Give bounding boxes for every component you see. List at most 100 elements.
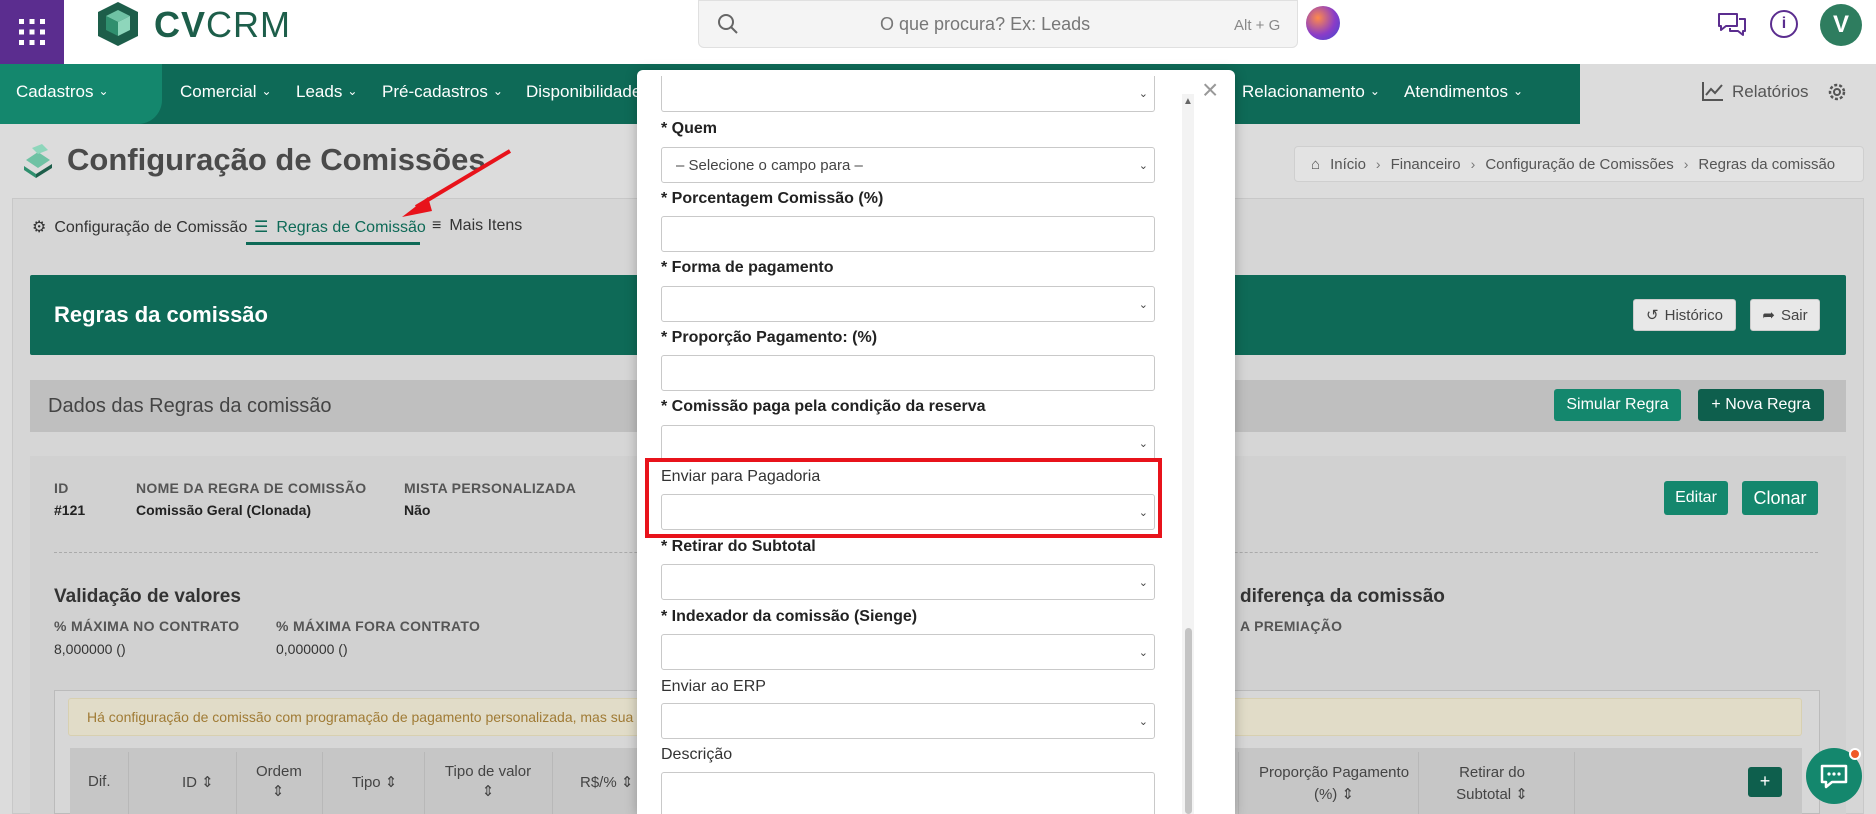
field-label-retirar-subtotal: * Retirar do Subtotal	[661, 538, 816, 555]
nav-item-relatorios[interactable]: Relatórios	[1732, 82, 1809, 102]
th-rs-percent[interactable]: R$/% ⇕	[580, 773, 633, 791]
indexador-select[interactable]: ⌄	[661, 634, 1155, 670]
th-ordem[interactable]: Ordem ⇕	[256, 762, 302, 802]
chevron-down-icon: ⌄	[347, 84, 358, 98]
scrollbar-thumb[interactable]	[1185, 628, 1192, 814]
nav-item-atendimentos[interactable]: Atendimentos ⌄	[1404, 82, 1523, 102]
history-icon: ↺	[1646, 307, 1659, 324]
messages-icon[interactable]	[1716, 11, 1748, 39]
section-title: Dados das Regras da comissão	[48, 395, 332, 417]
share-icon: ➦	[1762, 307, 1775, 324]
column-divider	[1574, 752, 1575, 814]
th-id[interactable]: ID ⇕	[182, 773, 214, 791]
chevron-down-icon: ⌄	[1138, 647, 1148, 659]
nome-label: NOME DA REGRA DE COMISSÃO	[136, 480, 367, 496]
nav-item-leads[interactable]: Leads ⌄	[296, 82, 357, 102]
column-divider	[1418, 752, 1419, 814]
chevron-down-icon: ⌄	[1138, 160, 1148, 172]
breadcrumb-item[interactable]: Configuração de Comissões	[1485, 156, 1673, 173]
th-dif[interactable]: Dif.	[88, 773, 111, 790]
mista-value: Não	[404, 502, 431, 518]
proporcao-input[interactable]	[661, 355, 1155, 391]
premiacao-label: A PREMIAÇÃO	[1240, 618, 1343, 634]
user-avatar[interactable]: V	[1820, 4, 1862, 46]
mista-label: MISTA PERSONALIZADA	[404, 480, 577, 496]
field-label-quem: * Quem	[661, 120, 718, 137]
nome-value: Comissão Geral (Clonada)	[136, 502, 312, 518]
chevron-right-icon: ›	[1375, 156, 1381, 172]
column-divider	[552, 752, 553, 814]
chevron-down-icon: ⌄	[1138, 716, 1148, 728]
search-placeholder: O que procura? Ex: Leads	[880, 14, 1091, 34]
field-label-proporcao: * Proporção Pagamento: (%)	[661, 329, 878, 346]
quem-select[interactable]: – Selecione o campo para – ⌄	[661, 147, 1155, 183]
close-icon[interactable]: ×	[1202, 76, 1218, 104]
annotation-arrow-icon	[402, 149, 512, 217]
descricao-textarea[interactable]	[661, 772, 1155, 814]
scroll-up-icon[interactable]: ▲	[1183, 96, 1193, 107]
chevron-down-icon: ⌄	[1138, 88, 1148, 100]
diferenca-title: diferença da comissão	[1240, 586, 1445, 607]
notification-dot	[1849, 748, 1861, 760]
nova-regra-button[interactable]: + Nova Regra	[1698, 389, 1824, 421]
historico-button[interactable]: ↺ Histórico	[1633, 299, 1736, 331]
column-divider	[1238, 752, 1239, 814]
max-contrato-label: % MÁXIMA NO CONTRATO	[54, 618, 240, 634]
id-label: ID	[54, 480, 69, 496]
th-proporcao[interactable]: Proporção Pagamento (%) ⇕	[1256, 762, 1412, 806]
home-icon: ⌂	[1311, 155, 1321, 173]
field-label-enviar-erp: Enviar ao ERP	[661, 678, 766, 695]
top-partial-select[interactable]: ⌄	[661, 76, 1155, 112]
logo-text[interactable]: CVCRM	[154, 4, 291, 46]
apps-grid-button[interactable]	[0, 0, 64, 64]
nav-item-pre-cadastros[interactable]: Pré-cadastros ⌄	[382, 82, 503, 102]
nav-item-disponibilidade[interactable]: Disponibilidade	[526, 82, 641, 102]
enviar-erp-select[interactable]: ⌄	[661, 703, 1155, 739]
banner-title: Regras da comissão	[54, 302, 268, 327]
field-label-condicao-reserva: * Comissão paga pela condição da reserva	[661, 398, 986, 415]
editar-button[interactable]: Editar	[1664, 481, 1728, 515]
info-icon[interactable]: i	[1770, 10, 1798, 38]
chevron-down-icon: ⌄	[98, 84, 109, 98]
gear-icon[interactable]	[1826, 81, 1848, 103]
active-tab-indicator	[246, 242, 420, 245]
nav-item-cadastros[interactable]: Cadastros ⌄	[16, 82, 109, 102]
porcentagem-input[interactable]	[661, 216, 1155, 252]
money-stack-icon	[24, 144, 52, 178]
retirar-subtotal-select[interactable]: ⌄	[661, 564, 1155, 600]
forma-pagamento-select[interactable]: ⌄	[661, 286, 1155, 322]
clonar-button[interactable]: Clonar	[1742, 481, 1818, 515]
field-label-porcentagem: * Porcentagem Comissão (%)	[661, 190, 884, 207]
th-tipo[interactable]: Tipo ⇕	[352, 773, 397, 791]
chevron-down-icon: ⌄	[1369, 84, 1380, 98]
theme-orb-icon[interactable]	[1306, 6, 1340, 40]
chevron-down-icon: ⌄	[1512, 84, 1524, 98]
chevron-down-icon: ⌄	[261, 84, 272, 98]
field-label-indexador: * Indexador da comissão (Sienge)	[661, 608, 918, 625]
sair-button[interactable]: ➦ Sair	[1750, 299, 1820, 331]
nav-item-comercial[interactable]: Comercial ⌄	[180, 82, 272, 102]
tab-configuracao-comissao[interactable]: ⚙ Configuração de Comissão	[32, 217, 247, 237]
condicao-reserva-select[interactable]: ⌄	[661, 425, 1155, 461]
max-fora-value: 0,000000 ()	[276, 641, 348, 657]
breadcrumb: ⌂ Início › Financeiro › Configuração de …	[1294, 146, 1864, 182]
search-icon	[718, 14, 738, 34]
id-value: #121	[54, 502, 86, 518]
column-divider	[322, 752, 323, 814]
breadcrumb-item[interactable]: Início	[1330, 156, 1366, 173]
annotation-highlight-box	[645, 458, 1162, 538]
list-icon: ☰	[254, 219, 269, 236]
field-label-descricao: Descrição	[661, 746, 733, 763]
column-divider	[236, 752, 237, 814]
th-retirar-subtotal[interactable]: Retirar do Subtotal ⇕	[1444, 762, 1540, 806]
search-shortcut: Alt + G	[1234, 17, 1281, 34]
th-tipo-valor[interactable]: Tipo de valor ⇕	[440, 762, 536, 802]
add-row-button[interactable]: +	[1748, 767, 1782, 797]
gear-icon: ⚙	[32, 219, 47, 236]
simular-regra-button[interactable]: Simular Regra	[1554, 389, 1681, 421]
cvcrm-logo-icon[interactable]	[94, 0, 142, 48]
breadcrumb-item: Regras da comissão	[1698, 155, 1836, 173]
max-fora-label: % MÁXIMA FORA CONTRATO	[276, 618, 481, 634]
breadcrumb-item[interactable]: Financeiro	[1391, 156, 1461, 173]
nav-item-relacionamento[interactable]: Relacionamento ⌄	[1242, 82, 1380, 102]
